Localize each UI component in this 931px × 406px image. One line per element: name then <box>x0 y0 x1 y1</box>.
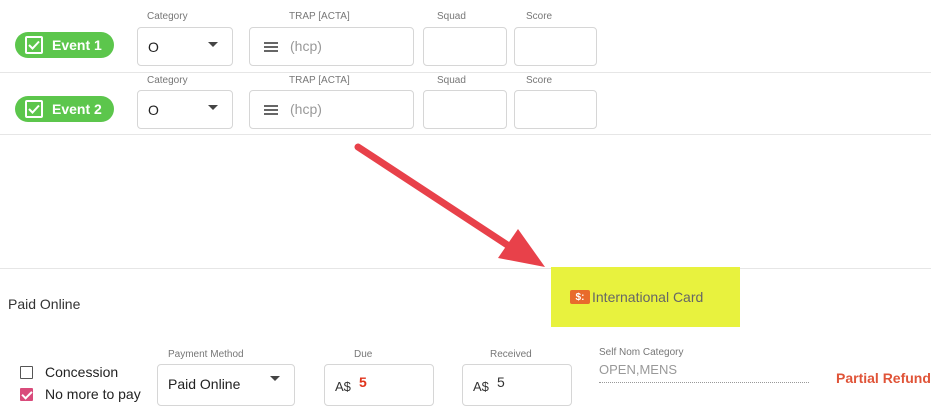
due-label: Due <box>354 349 373 360</box>
self-nom-label: Self Nom Category <box>599 347 684 358</box>
concession-checkbox[interactable]: Concession <box>20 364 118 380</box>
received-label: Received <box>490 349 532 360</box>
concession-label: Concession <box>45 364 119 380</box>
received-value: 5 <box>497 374 505 390</box>
due-value: 5 <box>359 374 367 390</box>
no-more-to-pay-label: No more to pay <box>45 386 141 402</box>
self-nom-underline <box>599 382 809 383</box>
chevron-down-icon <box>270 376 280 381</box>
received-input[interactable]: A$ 5 <box>462 364 572 406</box>
checkbox-checked-icon <box>20 387 33 401</box>
received-currency: A$ <box>473 379 489 394</box>
international-card-text: International Card <box>592 289 704 305</box>
no-more-to-pay-checkbox[interactable]: No more to pay <box>20 386 141 402</box>
dollar-card-icon: $: <box>570 290 590 304</box>
divider <box>0 268 931 269</box>
checkbox-icon <box>20 365 33 379</box>
due-currency: A$ <box>335 379 351 394</box>
self-nom-value[interactable]: OPEN,MENS <box>599 362 677 377</box>
payment-method-label: Payment Method <box>168 349 244 360</box>
payment-status: Paid Online <box>8 296 81 312</box>
due-input[interactable]: A$ 5 <box>324 364 434 406</box>
partial-refund-link[interactable]: Partial Refund <box>836 370 931 386</box>
international-card-badge: $: International Card <box>551 267 740 327</box>
payment-method-select[interactable]: Paid Online <box>157 364 295 406</box>
annotation-arrow <box>354 143 545 267</box>
payment-method-value: Paid Online <box>168 376 241 392</box>
